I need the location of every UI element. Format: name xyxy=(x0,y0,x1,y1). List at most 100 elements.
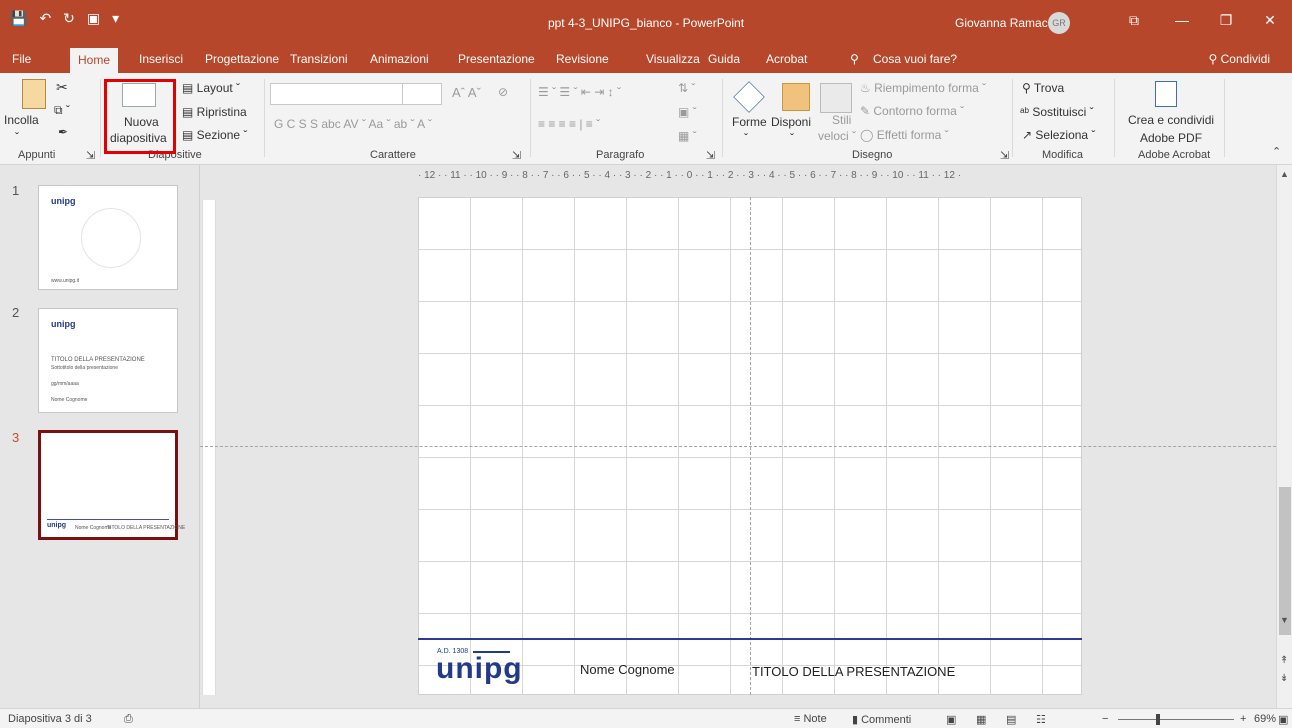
zoom-out-button[interactable]: − xyxy=(1102,713,1108,725)
slide-footer-name[interactable]: Nome Cognome xyxy=(580,662,675,677)
replace-icon: ᵃᵇ xyxy=(1020,105,1033,119)
slide-counter: Diapositiva 3 di 3 xyxy=(8,713,92,725)
shape-outline-button[interactable]: ✎ Contorno forma ˇ xyxy=(860,104,964,118)
scroll-down-icon[interactable]: ▼ xyxy=(1280,615,1289,625)
zoom-slider-thumb[interactable] xyxy=(1156,714,1160,725)
vertical-guide[interactable] xyxy=(750,197,751,695)
select-button[interactable]: ↗ Seleziona ˇ xyxy=(1022,128,1095,142)
ribbon-tabs: File Home Inserisci Progettazione Transi… xyxy=(0,45,1292,73)
arrange-icon[interactable] xyxy=(782,83,810,111)
clear-formatting-icon[interactable]: ⊘ xyxy=(498,85,508,99)
find-button[interactable]: ⚲ Trova xyxy=(1022,81,1064,95)
shapes-button[interactable]: Forme xyxy=(732,115,767,129)
tab-inserisci[interactable]: Inserisci xyxy=(139,52,183,66)
zoom-level[interactable]: 69% xyxy=(1254,713,1276,725)
tab-progettazione[interactable]: Progettazione xyxy=(205,52,279,66)
slide-footer-title[interactable]: TITOLO DELLA PRESENTAZIONE xyxy=(752,664,955,679)
ribbon-display-options-button[interactable]: ⧉ xyxy=(1124,12,1144,29)
zoom-slider[interactable] xyxy=(1118,719,1234,720)
font-size-input[interactable] xyxy=(402,83,442,105)
next-slide-icon[interactable]: ↡ xyxy=(1280,673,1288,684)
scrollbar-thumb[interactable] xyxy=(1279,487,1291,635)
slide-thumbnail-3[interactable]: unipg Nome Cognome TITOLO DELLA PRESENTA… xyxy=(38,430,185,540)
text-direction-icon[interactable]: ⇅ ˇ xyxy=(678,81,695,95)
thumb-title: TITOLO DELLA PRESENTAZIONE xyxy=(107,525,186,531)
pencil-icon: ✎ xyxy=(860,104,874,118)
accessibility-icon[interactable]: ⎙ xyxy=(124,713,133,726)
thumb-logo: unipg xyxy=(47,522,67,529)
tab-file[interactable]: File xyxy=(12,52,31,66)
tell-me-search[interactable]: Cosa vuoi fare? xyxy=(873,52,957,66)
font-grow-shrink-buttons[interactable]: Aˆ Aˇ xyxy=(452,85,481,100)
group-label-disegno: Disegno xyxy=(852,149,893,161)
replace-button[interactable]: ᵃᵇ Sostituisci ˇ xyxy=(1020,105,1094,119)
thumbnail-number: 1 xyxy=(12,183,20,198)
tab-acrobat[interactable]: Acrobat xyxy=(766,52,807,66)
zoom-in-button[interactable]: + xyxy=(1240,713,1246,725)
appunti-launcher-icon[interactable]: ⇲ xyxy=(86,149,95,162)
user-icon: ⚲ xyxy=(1208,52,1221,66)
restore-button[interactable]: ❐ xyxy=(1216,12,1236,29)
tab-guida[interactable]: Guida xyxy=(708,52,740,66)
tab-revisione[interactable]: Revisione xyxy=(556,52,609,66)
layout-button[interactable]: ▤ Layout ˇ xyxy=(182,81,240,95)
slide-thumbnail-1[interactable]: unipg www.unipg.it xyxy=(38,185,178,290)
tab-presentazione[interactable]: Presentazione xyxy=(458,52,535,66)
create-pdf-label-2[interactable]: Adobe PDF xyxy=(1140,131,1202,145)
shape-fill-button[interactable]: ♨ Riempimento forma ˇ xyxy=(860,81,986,95)
reset-button[interactable]: ▤ Ripristina xyxy=(182,105,247,119)
format-painter-icon[interactable]: ✒ xyxy=(58,125,68,139)
tab-transizioni[interactable]: Transizioni xyxy=(290,52,348,66)
slide-thumbnail-2[interactable]: unipg TITOLO DELLA PRESENTAZIONE Sottoti… xyxy=(38,308,178,413)
copy-icon[interactable]: ⧉ ˇ xyxy=(54,103,70,118)
previous-slide-icon[interactable]: ↟ xyxy=(1280,655,1288,666)
effects-icon: ◯ xyxy=(860,128,877,142)
disegno-launcher-icon[interactable]: ⇲ xyxy=(1000,149,1009,162)
quick-styles-label-1[interactable]: Stili xyxy=(832,113,851,127)
font-format-buttons[interactable]: G C S S abc AV ˇ Aa ˇ ab ˇ A ˇ xyxy=(274,117,432,131)
normal-view-icon[interactable]: ▣ xyxy=(946,713,956,726)
collapse-ribbon-icon[interactable]: ⌃ xyxy=(1272,145,1281,158)
align-text-icon[interactable]: ▣ ˇ xyxy=(678,105,697,119)
shapes-icon[interactable] xyxy=(733,81,765,113)
pdf-create-icon[interactable] xyxy=(1155,81,1177,107)
quick-styles-icon[interactable] xyxy=(820,83,852,113)
reading-view-icon[interactable]: ▤ xyxy=(1006,713,1016,726)
create-pdf-label-1[interactable]: Crea e condividi xyxy=(1128,113,1214,127)
slideshow-icon[interactable]: ☷ xyxy=(1036,713,1046,726)
vertical-scrollbar[interactable]: ▲ ▼ ↟ ↡ xyxy=(1276,165,1292,708)
carattere-launcher-icon[interactable]: ⇲ xyxy=(512,149,521,162)
divider xyxy=(530,79,531,157)
tab-visualizza[interactable]: Visualizza xyxy=(646,52,700,66)
paste-button[interactable]: Incolla xyxy=(4,113,39,127)
fit-to-window-icon[interactable]: ▣ xyxy=(1278,713,1288,726)
divider xyxy=(264,79,265,157)
divider xyxy=(1012,79,1013,157)
scroll-up-icon[interactable]: ▲ xyxy=(1280,169,1289,179)
share-button[interactable]: ⚲ Condividi xyxy=(1209,52,1270,66)
horizontal-guide[interactable] xyxy=(200,446,1276,447)
paste-dropdown-icon[interactable]: ˇ xyxy=(15,130,19,144)
avatar[interactable]: GR xyxy=(1048,12,1070,34)
section-button[interactable]: ▤ Sezione ˇ xyxy=(182,128,247,142)
arrange-button[interactable]: Disponi xyxy=(771,115,811,129)
tab-home[interactable]: Home xyxy=(70,48,119,73)
smartart-icon[interactable]: ▦ ˇ xyxy=(678,129,697,143)
close-button[interactable]: ✕ xyxy=(1260,12,1280,29)
cut-icon[interactable]: ✂ xyxy=(56,79,68,96)
list-buttons[interactable]: ☰ ˇ ☰ ˇ ⇤ ⇥ ↕ ˇ xyxy=(538,85,621,99)
slide-sorter-icon[interactable]: ▦ xyxy=(976,713,986,726)
notes-button[interactable]: ≡ Note xyxy=(794,713,827,725)
paragrafo-launcher-icon[interactable]: ⇲ xyxy=(706,149,715,162)
comments-button[interactable]: ▮ Commenti xyxy=(852,713,911,726)
unipg-logo[interactable]: unipg xyxy=(436,654,523,684)
clipboard-icon[interactable] xyxy=(22,79,46,109)
quick-styles-label-2[interactable]: veloci ˇ xyxy=(818,129,856,143)
shape-effects-button[interactable]: ◯ Effetti forma ˇ xyxy=(860,128,949,142)
tab-animazioni[interactable]: Animazioni xyxy=(370,52,429,66)
thumb-date: gg/mm/aaaa xyxy=(51,381,79,387)
thumbnail-number: 2 xyxy=(12,305,20,320)
align-buttons[interactable]: ≡ ≡ ≡ ≡ | ≡ ˇ xyxy=(538,117,600,131)
shapes-dropdown-icon: ˇ xyxy=(744,131,748,145)
minimize-button[interactable]: — xyxy=(1172,12,1192,28)
